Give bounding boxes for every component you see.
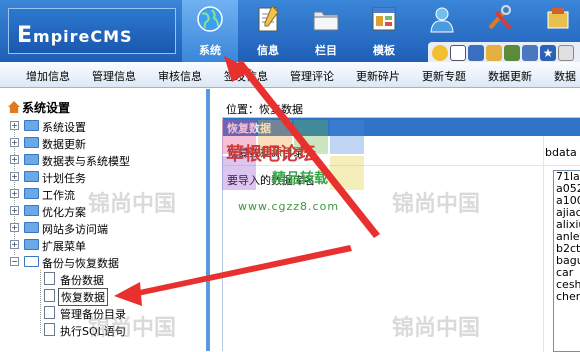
user-icon [430, 7, 454, 33]
list-item[interactable]: chen [554, 291, 580, 303]
folder-icon [24, 239, 39, 250]
folder-icon [24, 188, 39, 199]
globe-icon [197, 6, 223, 32]
submenu-add-info[interactable]: 增加信息 [26, 68, 70, 84]
expand-icon[interactable]: + [10, 172, 19, 181]
expand-icon[interactable]: + [10, 155, 19, 164]
notepad-icon [258, 5, 279, 32]
submenu-data[interactable]: 数据 [554, 68, 576, 84]
expand-icon[interactable]: + [10, 240, 19, 249]
expand-icon[interactable]: + [10, 223, 19, 232]
folder-icon [24, 137, 39, 148]
submenu-review-info[interactable]: 审核信息 [158, 68, 202, 84]
document-icon [44, 306, 55, 319]
star-icon[interactable]: ★ [540, 45, 556, 61]
submenu-sign-info[interactable]: 签发信息 [224, 68, 268, 84]
folder-icon [24, 171, 39, 182]
people-icon[interactable] [486, 45, 502, 61]
back-icon[interactable] [558, 45, 574, 61]
tree-title: 系统设置 [8, 99, 70, 116]
expand-icon[interactable]: + [10, 189, 19, 198]
breadcrumb: 位置：恢复数据 [226, 103, 303, 116]
top-header: EmpireCMS 系统 信息 栏目 模板 ★ [0, 0, 580, 64]
submenu-update-fragments[interactable]: 更新碎片 [356, 68, 400, 84]
tools-icon [488, 5, 512, 30]
nav-column[interactable]: 栏目 [298, 0, 354, 62]
folder-icon [24, 120, 39, 131]
template-icon [372, 7, 396, 31]
submenu-manage-comments[interactable]: 管理评论 [290, 68, 334, 84]
nav-template[interactable]: 模板 [356, 0, 412, 62]
submenu-manage-info[interactable]: 管理信息 [92, 68, 136, 84]
list-icon[interactable] [450, 45, 466, 61]
submenu-data-update[interactable]: 数据更新 [488, 68, 532, 84]
source-dir-value: bdata [545, 146, 577, 159]
nav-system[interactable]: 系统 [182, 0, 238, 62]
folder-icon [24, 205, 39, 216]
expand-icon[interactable]: + [10, 121, 19, 130]
folder-icon [24, 222, 39, 233]
document-icon [44, 289, 55, 302]
folder-icon [24, 154, 39, 165]
home-icon [8, 101, 20, 113]
sub-menu-bar: 增加信息 管理信息 审核信息 签发信息 管理评论 更新碎片 更新专题 数据更新 … [0, 62, 580, 88]
tree-connector [40, 270, 41, 333]
expand-icon[interactable]: + [10, 138, 19, 147]
open-folder-icon [24, 256, 39, 267]
document-icon [44, 272, 55, 285]
collapse-icon[interactable]: − [10, 257, 19, 266]
watermark-text: 锦尚中国 [88, 192, 177, 217]
monitor-icon[interactable] [468, 45, 484, 61]
watermark-stamp-subtitle: 精品转载 [272, 171, 328, 187]
chart-icon[interactable] [522, 45, 538, 61]
watermark-stamp-title: 草根吧论坛 [226, 144, 316, 165]
edit-icon[interactable] [504, 45, 520, 61]
smiley-icon[interactable] [432, 45, 448, 61]
submenu-update-topics[interactable]: 更新专题 [422, 68, 466, 84]
watermark-text: 锦尚中国 [88, 316, 177, 341]
watermark-stamp-url: www.cgzz8.com [238, 200, 340, 213]
empirecms-logo: EmpireCMS [8, 8, 176, 54]
nav-info[interactable]: 信息 [240, 0, 296, 62]
folder-icon [313, 11, 339, 31]
watermark-text: 锦尚中国 [392, 316, 481, 341]
quick-toolbar: ★ [428, 42, 580, 64]
expand-icon[interactable]: + [10, 206, 19, 215]
column-divider [543, 136, 544, 352]
database-select-list[interactable]: 71lac a052 a100 ajiac alixiu anley b2ct … [553, 170, 580, 352]
plugin-icon [547, 8, 569, 29]
watermark-text: 锦尚中国 [392, 192, 481, 217]
document-icon [44, 323, 55, 336]
